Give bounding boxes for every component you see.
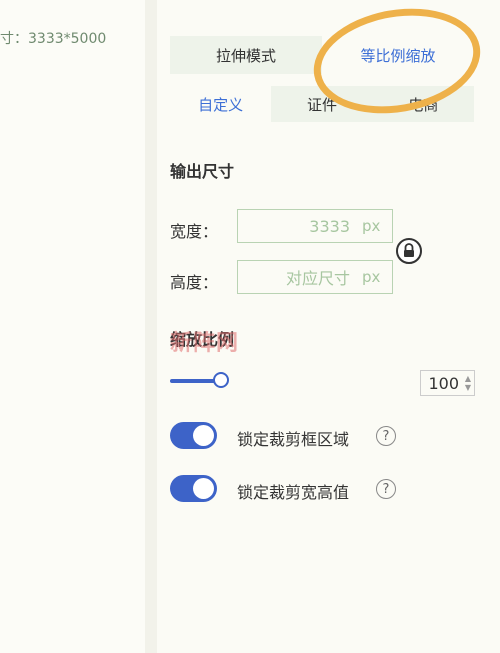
- stepper-arrows[interactable]: ▲ ▼: [462, 374, 474, 392]
- scale-stepper[interactable]: 100 ▲ ▼: [420, 370, 475, 396]
- width-unit: px: [362, 217, 381, 235]
- height-label: 高度：: [170, 273, 219, 292]
- help-circle-icon[interactable]: ?: [376, 426, 396, 446]
- width-field[interactable]: 3333 px: [237, 209, 393, 243]
- lock-crop-area-label: 锁定裁剪框区域: [237, 430, 350, 449]
- lock-crop-size-label: 锁定裁剪宽高值: [237, 483, 350, 502]
- scale-value: 100: [428, 373, 459, 393]
- left-pane: 寸：3333*5000: [0, 0, 145, 653]
- image-size-info: 寸：3333*5000: [0, 31, 107, 47]
- watermark: 新阵网: [170, 331, 240, 356]
- width-label: 宽度：: [170, 222, 219, 241]
- height-field[interactable]: 对应尺寸 px: [237, 260, 393, 294]
- panel-divider: [145, 0, 157, 653]
- output-size-title: 输出尺寸: [170, 162, 235, 181]
- scale-slider-handle[interactable]: [213, 372, 229, 388]
- lock-crop-size-toggle[interactable]: [170, 475, 217, 502]
- lock-icon[interactable]: [396, 238, 422, 264]
- width-value: 3333: [309, 216, 350, 236]
- height-placeholder: 对应尺寸: [285, 269, 350, 288]
- height-unit: px: [362, 268, 381, 286]
- help-circle-icon[interactable]: ?: [376, 479, 396, 499]
- tab-custom[interactable]: 自定义: [170, 86, 272, 122]
- tab-stretch-mode[interactable]: 拉伸模式: [170, 36, 322, 74]
- lock-crop-area-toggle[interactable]: [170, 422, 217, 449]
